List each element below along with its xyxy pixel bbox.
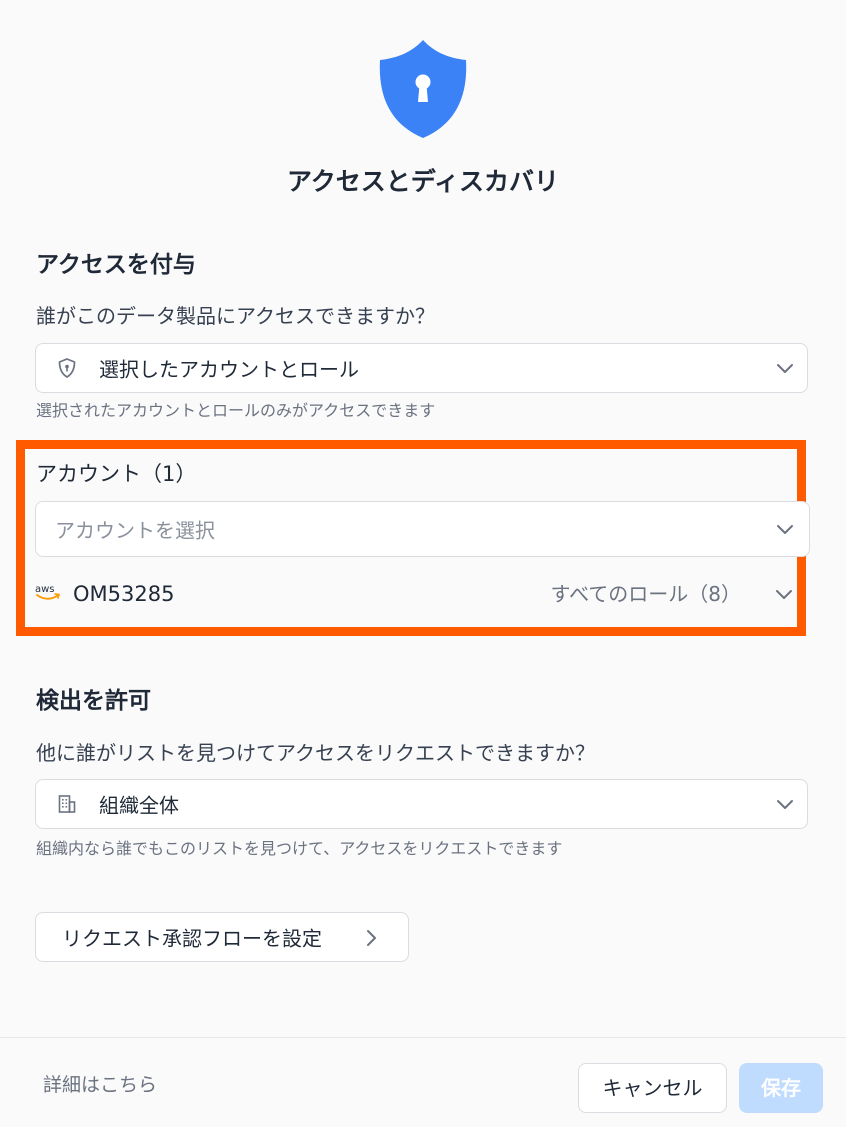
- configure-approval-flow-button[interactable]: リクエスト承認フローを設定: [35, 912, 409, 962]
- flow-button-label: リクエスト承認フローを設定: [62, 926, 322, 951]
- chevron-down-icon[interactable]: [775, 589, 793, 601]
- svg-text:aws: aws: [35, 584, 55, 595]
- accounts-label: アカウント（1）: [36, 462, 197, 486]
- access-scope-select[interactable]: 選択したアカウントとロール: [35, 343, 808, 393]
- account-roles-dropdown[interactable]: すべてのロール（8）: [550, 579, 741, 609]
- discovery-helper-text: 組織内なら誰でもこのリストを見つけて、アクセスをリクエストできます: [36, 839, 563, 858]
- discovery-scope-value: 組織全体: [99, 793, 179, 818]
- chevron-down-icon: [777, 364, 793, 373]
- chevron-right-icon: [367, 930, 376, 946]
- footer-divider: [0, 1037, 846, 1038]
- discovery-heading: 検出を許可: [36, 688, 151, 714]
- building-icon: [58, 795, 76, 813]
- account-select[interactable]: アカウントを選択: [35, 501, 810, 557]
- access-heading: アクセスを付与: [36, 252, 196, 278]
- shield-icon: [58, 358, 76, 378]
- chevron-down-icon: [777, 800, 793, 809]
- chevron-down-icon: [777, 525, 793, 534]
- access-scope-value: 選択したアカウントとロール: [99, 357, 359, 382]
- access-helper-text: 選択されたアカウントとロールのみがアクセスできます: [36, 401, 436, 420]
- discovery-scope-select[interactable]: 組織全体: [35, 779, 808, 829]
- aws-logo-icon: aws: [35, 584, 61, 600]
- shield-lock-icon: [379, 40, 467, 138]
- learn-more-link[interactable]: 詳細はこちら: [43, 1070, 157, 1100]
- dialog-title: アクセスとディスカバリ: [286, 167, 559, 196]
- cancel-button[interactable]: キャンセル: [578, 1063, 727, 1113]
- account-id: OM53285: [73, 582, 175, 606]
- save-button[interactable]: 保存: [739, 1063, 823, 1113]
- account-select-placeholder: アカウントを選択: [55, 518, 215, 543]
- access-question: 誰がこのデータ製品にアクセスできますか？: [36, 304, 435, 328]
- discovery-question: 他に誰がリストを見つけてアクセスをリクエストできますか？: [36, 741, 595, 765]
